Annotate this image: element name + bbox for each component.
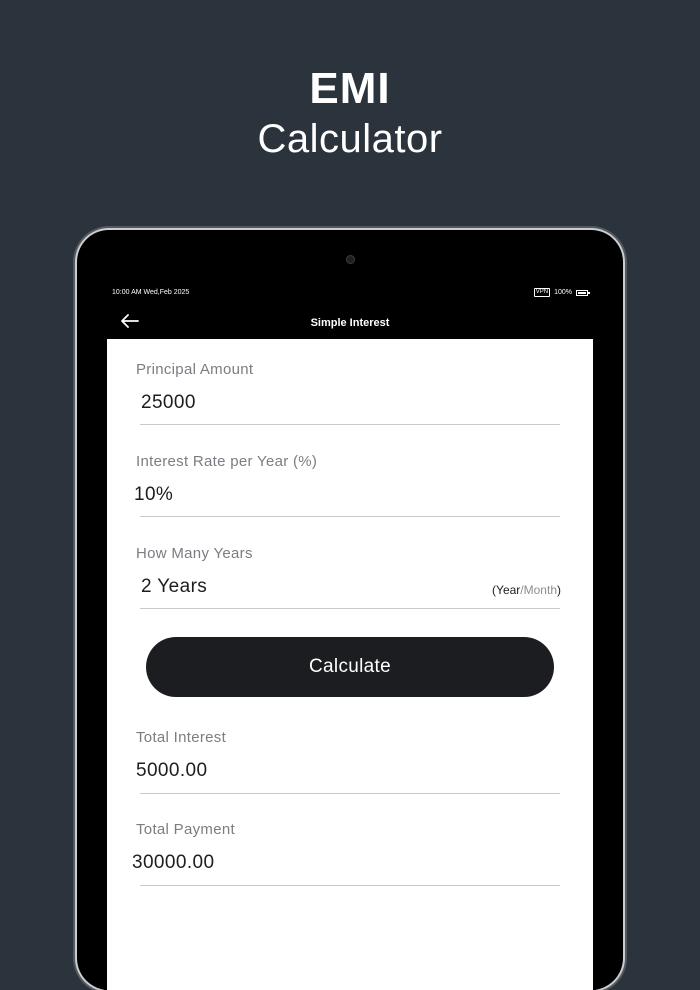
promo-subtitle: Calculator [257,117,443,161]
calculate-button-label: Calculate [309,656,391,677]
promo-title: EMI [309,64,391,113]
years-underline [140,608,560,609]
total-interest-value: 5000.00 [136,760,208,781]
unit-month[interactable]: Month [524,583,557,597]
camera-icon [346,255,355,264]
principal-input[interactable]: 25000 [140,383,560,423]
calculate-button[interactable]: Calculate [146,637,554,697]
year-month-toggle[interactable]: (Year/Month) [492,583,561,597]
app-bar: Simple Interest [104,303,596,339]
total-payment-value: 30000.00 [132,852,215,873]
principal-underline [140,424,560,425]
principal-label: Principal Amount [136,361,254,378]
rate-value: 10% [134,484,174,505]
rate-input[interactable]: 10% [134,475,560,515]
years-label: How Many Years [136,545,253,562]
tablet-frame: 10:00 AM Wed,Feb 2025 VPN 100% Simple In… [77,230,623,990]
status-indicators: VPN 100% [533,288,590,297]
total-payment-underline [140,885,560,886]
status-bar: 10:00 AM Wed,Feb 2025 VPN 100% [104,283,596,303]
total-interest-underline [140,793,560,794]
tablet-screen: 10:00 AM Wed,Feb 2025 VPN 100% Simple In… [104,283,596,990]
battery-level: 100% [554,289,572,296]
rate-underline [140,516,560,517]
rate-label: Interest Rate per Year (%) [136,453,318,470]
total-interest-label: Total Interest [136,729,227,746]
status-time: 10:00 AM Wed,Feb 2025 [112,289,190,296]
page-title: Simple Interest [310,317,390,329]
principal-value: 25000 [141,392,196,413]
vpn-icon: VPN [533,288,551,297]
battery-icon [576,289,590,296]
unit-close-paren: ) [557,583,561,597]
unit-year[interactable]: Year [496,583,520,597]
years-value: 2 Years [141,576,208,597]
total-payment-label: Total Payment [136,821,235,838]
calculator-form: Principal Amount 25000 Interest Rate per… [107,339,593,990]
